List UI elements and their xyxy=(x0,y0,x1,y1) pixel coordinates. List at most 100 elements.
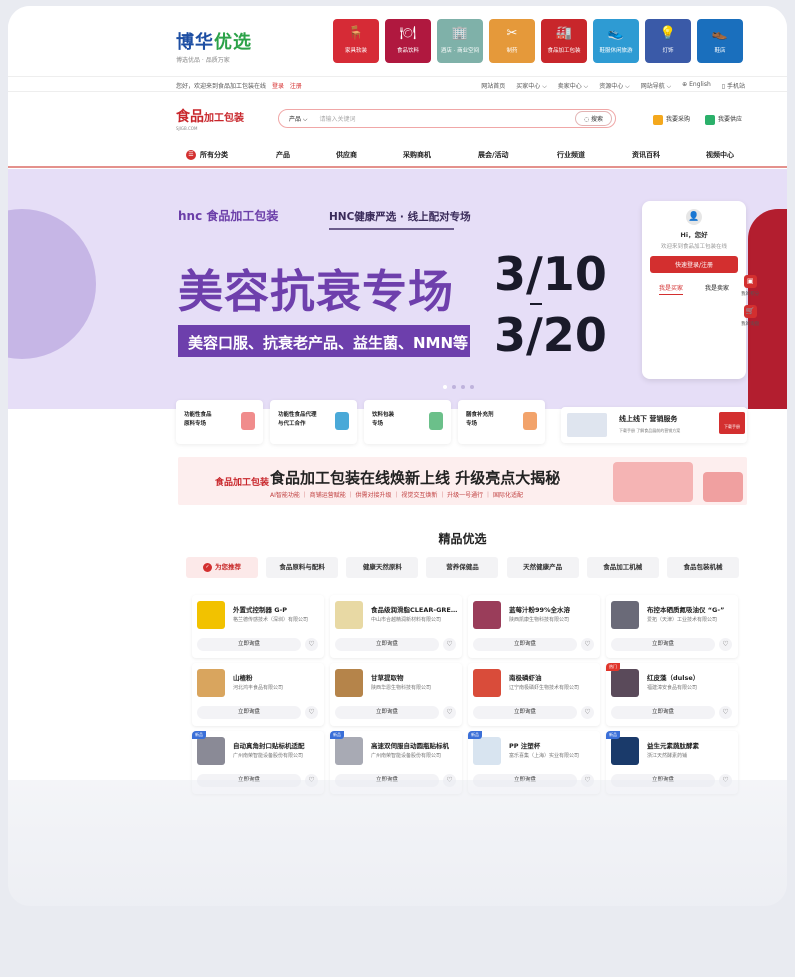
search-input[interactable]: 请输入关键词 xyxy=(319,114,574,123)
category-tile[interactable]: ✂ 制药 xyxy=(489,19,535,63)
category-tile[interactable]: 🏢 酒店 · 商业空间 xyxy=(437,19,483,63)
promo-image xyxy=(567,413,607,437)
favorite-heart-icon[interactable]: ♡ xyxy=(719,706,732,719)
tab-category[interactable]: 食品原料与配料 xyxy=(266,557,339,578)
product-name[interactable]: 布控本硒质氮吸油仪 “G-” xyxy=(647,604,735,614)
favorite-heart-icon[interactable]: ♡ xyxy=(305,706,318,719)
utility-link[interactable]: 资源中心 ⌵ xyxy=(599,81,629,91)
product-card[interactable]: 山楂粉 河北鸿丰食品有限公司 立即询盘 ♡ xyxy=(192,663,324,726)
nav-item[interactable]: 产品 xyxy=(276,150,290,160)
inquiry-button[interactable]: 立即询盘 xyxy=(335,638,439,651)
product-card[interactable]: 甘草提取物 陕西华恩生物科技有限公司 立即询盘 ♡ xyxy=(330,663,462,726)
favorite-heart-icon[interactable]: ♡ xyxy=(581,706,594,719)
product-card[interactable]: 南极磷虾油 辽宁南极磷虾生物技术有限公司 立即询盘 ♡ xyxy=(468,663,600,726)
product-card[interactable]: 布控本硒质氮吸油仪 “G-” 爱拓（天津）工业技术有限公司 立即询盘 ♡ xyxy=(606,595,738,658)
search-category-select[interactable]: 产品 ⌵ xyxy=(289,114,307,124)
tab-category[interactable]: ✓ 为您推荐 xyxy=(186,557,258,578)
download-button[interactable]: 下载手册 xyxy=(719,412,745,434)
tab-label: 食品原料与配料 xyxy=(279,563,325,571)
product-name[interactable]: 甘草提取物 xyxy=(371,672,459,682)
tab-category[interactable]: 食品加工机械 xyxy=(586,557,659,578)
nav-item[interactable]: 展会/活动 xyxy=(478,150,509,160)
utility-link[interactable]: ▯ 手机站 xyxy=(722,81,745,91)
site-logo[interactable]: 博华优选 博选优品 · 品质万家 xyxy=(176,28,252,64)
inquiry-button[interactable]: 立即询盘 xyxy=(611,706,715,719)
feature-tile[interactable]: 功能性食品 原料专场 xyxy=(176,400,263,444)
product-card[interactable]: 红皮藻（dulse） 福建漳安食品有限公司 立即询盘 ♡ 热门 xyxy=(606,663,738,726)
nav-item[interactable]: 视频中心 xyxy=(706,150,734,160)
product-card[interactable]: 外置式控制器 G-P 格兰德传感技术（深圳）有限公司 立即询盘 ♡ xyxy=(192,595,324,658)
tab-category[interactable]: 食品包装机械 xyxy=(666,557,739,578)
recommend-icon: ✓ xyxy=(203,562,212,572)
carousel-dot[interactable] xyxy=(470,385,474,389)
feature-tile[interactable]: 膳食补充剂 专场 xyxy=(458,400,545,444)
register-link[interactable]: 注册 xyxy=(290,83,302,90)
promo-card[interactable]: 线上线下 营销服务 下载手册 了解食品展前的营销方案 下载手册 xyxy=(561,407,747,443)
inquiry-button[interactable]: 立即询盘 xyxy=(197,706,301,719)
category-tile[interactable]: 🍽 食品饮料 xyxy=(385,19,431,63)
product-card[interactable]: 食品级润滑脂CLEAR-GREASE 中山市合越精润新材料有限公司 立即询盘 ♡ xyxy=(330,595,462,658)
top-bar: 博华优选 博选优品 · 品质万家 🪑 家具软装 🍽 食品饮料 🏢 酒店 · 商业空间 ✂ 制药… xyxy=(8,6,787,76)
feature-tile[interactable]: 饮料包装 专场 xyxy=(364,400,451,444)
utility-link[interactable]: 卖家中心 ⌵ xyxy=(558,81,588,91)
carousel-dot[interactable] xyxy=(452,385,456,389)
product-name[interactable]: PP 注塑杯 xyxy=(509,740,597,750)
favorite-heart-icon[interactable]: ♡ xyxy=(443,706,456,719)
company-name: 富乐喜集（上海）实业有限公司 xyxy=(509,753,580,759)
nav-item[interactable]: 采购商机 xyxy=(403,150,431,160)
nav-item[interactable]: 供应商 xyxy=(336,150,357,160)
tab-category[interactable]: 营养保健品 xyxy=(426,557,499,578)
inquiry-button[interactable]: 立即询盘 xyxy=(473,706,577,719)
category-tile[interactable]: 🪑 家具软装 xyxy=(333,19,379,63)
product-name[interactable]: 蓝莓汁粉99%全水溶 xyxy=(509,604,597,614)
inquiry-button[interactable]: 立即询盘 xyxy=(611,638,715,651)
product-name[interactable]: 外置式控制器 G-P xyxy=(233,604,321,614)
company-name: 广州南荣智能设备股份有限公司 xyxy=(233,753,304,759)
nav-item[interactable]: 资讯百科 xyxy=(632,150,660,160)
utility-link[interactable]: 网站首页 xyxy=(481,81,505,91)
nav-all-categories[interactable]: ☰ 所有分类 xyxy=(186,150,228,160)
category-tile[interactable]: 👟 鞋服休闲旅游 xyxy=(593,19,639,63)
category-tile[interactable]: 🏭 食品加工包装 xyxy=(541,19,587,63)
favorite-heart-icon[interactable]: ♡ xyxy=(719,638,732,651)
tab-category[interactable]: 健康天然原料 xyxy=(346,557,419,578)
login-action[interactable]: ▣ 我的积分 xyxy=(664,275,787,297)
favorite-heart-icon[interactable]: ♡ xyxy=(581,638,594,651)
quick-login-button[interactable]: 快速登录/注册 xyxy=(650,256,738,273)
category-tile[interactable]: 💡 灯饰 xyxy=(645,19,691,63)
banner-illustration xyxy=(613,462,693,502)
upgrade-banner[interactable]: 食品加工包装 食品加工包装在线焕新上线 升级亮点大揭秘 AI智能功能 ｜ 商铺运… xyxy=(178,457,747,505)
product-name[interactable]: 自动真角封口贴标机适配 xyxy=(233,740,321,750)
utility-link[interactable]: 网站导航 ⌵ xyxy=(641,81,671,91)
product-card[interactable]: 蓝莓汁粉99%全水溶陕西凯康生物科技有限公司立即询盘 ♡ xyxy=(468,595,600,658)
hero-banner[interactable]: hnc 食品加工包装 HNC健康严选 · 线上配对专场 美容抗衰专场 美容口服、… xyxy=(8,169,787,409)
category-tile[interactable]: 👞 鞋店 xyxy=(697,19,743,63)
inquiry-button[interactable]: 立即询盘 xyxy=(197,638,301,651)
sell-link[interactable]: 我要供应 xyxy=(705,114,742,125)
inquiry-button[interactable]: 立即询盘 xyxy=(473,638,577,651)
favorite-heart-icon[interactable]: ♡ xyxy=(305,638,318,651)
favorite-heart-icon[interactable]: ♡ xyxy=(443,638,456,651)
utility-link[interactable]: ⊕ English xyxy=(682,81,711,91)
tab-category[interactable]: 天然健康产品 xyxy=(506,557,579,578)
utility-link[interactable]: 买家中心 ⌵ xyxy=(516,81,546,91)
login-link[interactable]: 登录 xyxy=(272,83,284,90)
carousel-dot[interactable] xyxy=(443,385,447,389)
header-logo[interactable]: 食品加工包装 SJIGB.COM xyxy=(176,106,244,131)
carousel-dot[interactable] xyxy=(461,385,465,389)
nav-item[interactable]: 行业频道 xyxy=(557,150,585,160)
search-button[interactable]: ◌ 搜索 xyxy=(574,111,612,126)
carousel-dots xyxy=(443,385,474,389)
product-name[interactable]: 南极磷虾油 xyxy=(509,672,597,682)
product-name[interactable]: 食品级润滑脂CLEAR-GREASE xyxy=(371,604,459,614)
product-name[interactable]: 益生元素蔬肽酵素 xyxy=(647,740,735,750)
product-name[interactable]: 红皮藻（dulse） xyxy=(647,672,735,682)
buy-link[interactable]: 我要采购 xyxy=(653,114,690,125)
login-action[interactable]: 🛒 我的询盘 xyxy=(664,305,787,327)
feature-tile[interactable]: 功能性食品代理 与代工合作 xyxy=(270,400,357,444)
tab-label: 天然健康产品 xyxy=(523,563,563,571)
product-name[interactable]: 山楂粉 xyxy=(233,672,321,682)
product-name[interactable]: 高速双伺服自动圆瓶贴标机 xyxy=(371,740,459,750)
company-name: 陕西凯康生物科技有限公司 xyxy=(509,617,570,623)
inquiry-button[interactable]: 立即询盘 xyxy=(335,706,439,719)
